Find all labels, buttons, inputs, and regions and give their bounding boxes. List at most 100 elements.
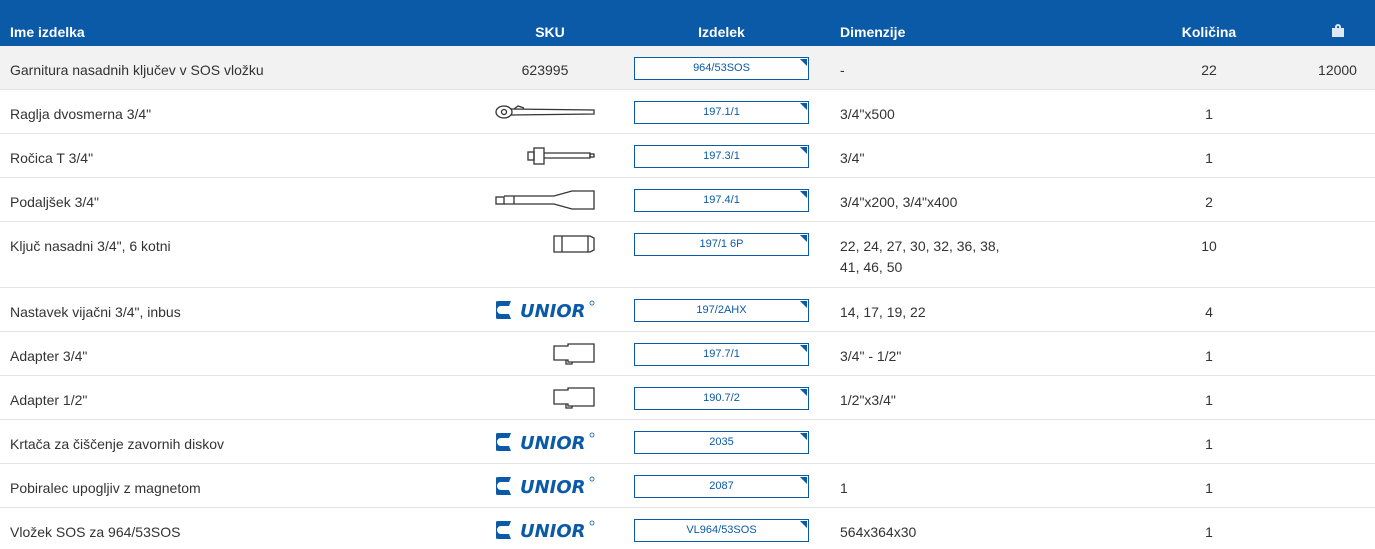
row-quantity: 2 [1205, 194, 1213, 210]
corner-marker-icon [800, 147, 807, 154]
row-name: Vložek SOS za 964/53SOS [10, 524, 181, 540]
table-row: Adapter 3/4" 197.7/1 3/4" - 1/2" 1 [0, 332, 1375, 376]
t-handle-icon [480, 134, 596, 178]
table-row: Raglja dvosmerna 3/4" 197.1/1 3/4"x500 1 [0, 90, 1375, 134]
product-link[interactable]: 964/53SOS [634, 57, 809, 80]
unior-logo: UNIOR [480, 519, 596, 541]
row-dimensions: 3/4" [840, 150, 865, 166]
row-sku: 623995 [521, 62, 569, 78]
product-link[interactable]: 197/2AHX [634, 299, 809, 322]
table-row: Garnitura nasadnih ključev v SOS vložku 6… [0, 46, 1375, 90]
product-link[interactable]: 2087 [634, 475, 809, 498]
product-link[interactable]: 190.7/2 [634, 387, 809, 410]
table-row: Adapter 1/2" 190.7/2 1/2"x3/4" 1 [0, 376, 1375, 420]
unior-logo: UNIOR [480, 299, 596, 321]
product-code: 190.7/2 [703, 392, 740, 404]
product-code: 197.4/1 [703, 194, 740, 206]
row-quantity: 1 [1205, 480, 1213, 496]
corner-marker-icon [800, 521, 807, 528]
row-dimensions: 564x364x30 [840, 524, 917, 540]
row-quantity: 1 [1205, 150, 1213, 166]
unior-logo: UNIOR [480, 288, 596, 332]
svg-text:UNIOR: UNIOR [520, 433, 586, 453]
table-row: Vložek SOS za 964/53SOS UNIOR VL964/53SOS 5… [0, 508, 1375, 549]
row-name: Podaljšek 3/4" [10, 194, 100, 210]
row-dimensions: 1 [840, 480, 848, 496]
corner-marker-icon [800, 389, 807, 396]
row-dimensions: 1/2"x3/4" [840, 392, 896, 408]
row-name: Krtača za čiščenje zavornih diskov [10, 436, 224, 452]
row-name: Adapter 1/2" [10, 392, 88, 408]
corner-marker-icon [800, 477, 807, 484]
row-dimensions: - [840, 62, 845, 78]
corner-marker-icon [800, 345, 807, 352]
table-row: Ključ nasadni 3/4", 6 kotni 197/1 6P 22, 2… [0, 222, 1375, 288]
row-name: Nastavek vijačni 3/4", inbus [10, 304, 181, 320]
row-quantity: 1 [1205, 392, 1213, 408]
product-link[interactable]: 197.4/1 [634, 189, 809, 212]
ratchet-icon [480, 90, 596, 134]
product-code: VL964/53SOS [686, 524, 757, 536]
corner-marker-icon [800, 235, 807, 242]
row-name: Raglja dvosmerna 3/4" [10, 106, 152, 122]
column-header-weight[interactable] [1300, 12, 1375, 41]
product-link[interactable]: 197.7/1 [634, 343, 809, 366]
row-quantity: 1 [1205, 348, 1213, 364]
table-row: Krtača za čiščenje zavornih diskov UNIOR 2… [0, 420, 1375, 464]
product-code: 197/2AHX [696, 304, 747, 316]
row-quantity: 22 [1201, 62, 1217, 78]
socket-icon [480, 222, 596, 266]
row-name: Garnitura nasadnih ključev v SOS vložku [10, 62, 264, 78]
corner-marker-icon [800, 301, 807, 308]
row-dimensions: 14, 17, 19, 22 [840, 304, 926, 320]
product-link[interactable]: 197/1 6P [634, 233, 809, 256]
row-name: Ročica T 3/4" [10, 150, 94, 166]
unior-logo: UNIOR [480, 475, 596, 497]
product-link[interactable]: 2035 [634, 431, 809, 454]
corner-marker-icon [800, 59, 807, 66]
product-link[interactable]: 197.1/1 [634, 101, 809, 124]
row-dimensions: 3/4"x200, 3/4"x400 [840, 194, 958, 210]
column-header-dimensions[interactable]: Dimenzije [840, 12, 905, 40]
row-quantity: 10 [1201, 238, 1217, 254]
row-dimensions: 3/4" - 1/2" [840, 348, 902, 364]
table-header: Ime izdelka SKU Izdelek Dimenzije Količi… [0, 0, 1375, 46]
product-code: 197.3/1 [703, 150, 740, 162]
product-link[interactable]: 197.3/1 [634, 145, 809, 168]
column-header-name[interactable]: Ime izdelka [10, 12, 85, 40]
row-quantity: 1 [1205, 106, 1213, 122]
adapter-icon [480, 332, 596, 376]
parts-table: Ime izdelka SKU Izdelek Dimenzije Količi… [0, 0, 1375, 549]
row-name: Ključ nasadni 3/4", 6 kotni [10, 238, 171, 254]
table-row: Pobiralec upogljiv z magnetom UNIOR 2087 1 1 [0, 464, 1375, 508]
corner-marker-icon [800, 191, 807, 198]
svg-text:UNIOR: UNIOR [520, 301, 586, 321]
product-code: 197/1 6P [699, 238, 744, 250]
row-dimensions: 22, 24, 27, 30, 32, 36, 38, 41, 46, 50 [840, 238, 1000, 275]
product-code: 197.1/1 [703, 106, 740, 118]
row-weight: 12000 [1318, 62, 1357, 78]
table-body: Garnitura nasadnih ključev v SOS vložku 6… [0, 46, 1375, 549]
table-row: Podaljšek 3/4" 197.4/1 3/4"x200, 3/4"x400 2 [0, 178, 1375, 222]
product-code: 2087 [709, 480, 734, 492]
table-row: Ročica T 3/4" 197.3/1 3/4" 1 [0, 134, 1375, 178]
row-quantity: 4 [1205, 304, 1213, 320]
column-header-product[interactable]: Izdelek [634, 12, 809, 40]
weight-icon [1331, 24, 1345, 38]
corner-marker-icon [800, 433, 807, 440]
svg-text:UNIOR: UNIOR [520, 477, 586, 497]
column-header-sku[interactable]: SKU [505, 12, 595, 40]
product-code: 197.7/1 [703, 348, 740, 360]
svg-text:UNIOR: UNIOR [520, 521, 586, 541]
unior-logo: UNIOR [480, 431, 596, 453]
column-header-quantity[interactable]: Količina [1150, 12, 1268, 40]
row-dimensions: 3/4"x500 [840, 106, 895, 122]
unior-logo: UNIOR [480, 508, 596, 549]
row-name: Pobiralec upogljiv z magnetom [10, 480, 201, 496]
product-link[interactable]: VL964/53SOS [634, 519, 809, 542]
corner-marker-icon [800, 103, 807, 110]
row-name: Adapter 3/4" [10, 348, 88, 364]
table-row: Nastavek vijačni 3/4", inbus UNIOR 197/2AH… [0, 288, 1375, 332]
row-quantity: 1 [1205, 524, 1213, 540]
unior-logo: UNIOR [480, 464, 596, 508]
